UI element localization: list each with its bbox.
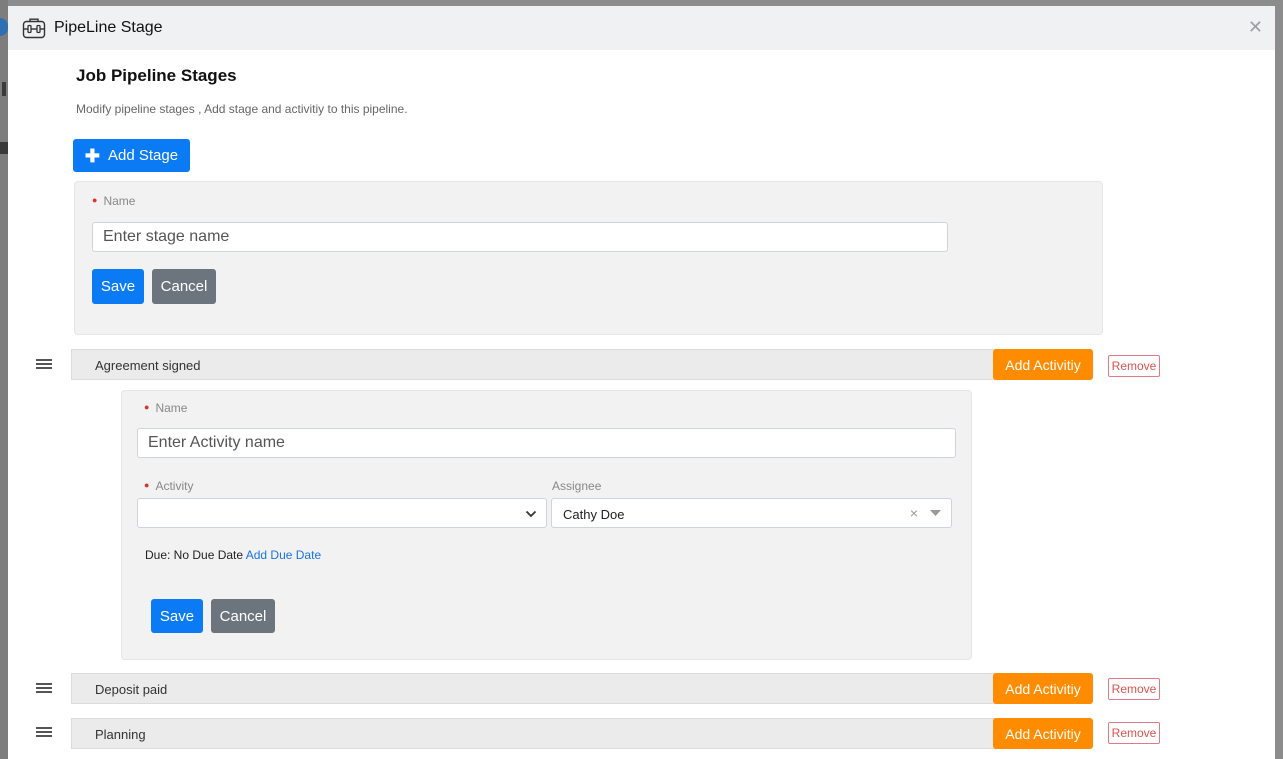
activity-type-label: ● Activity xyxy=(144,479,194,493)
page-subtitle: Modify pipeline stages , Add stage and a… xyxy=(76,102,408,116)
assignee-select[interactable]: Cathy Doe × xyxy=(551,498,952,528)
required-dot-icon: ● xyxy=(144,480,150,490)
new-stage-form: ●Name Save Cancel xyxy=(74,181,1103,335)
backdrop-text-fragment xyxy=(0,142,8,154)
pipeline-stage-modal: PipeLine Stage ✕ Job Pipeline Stages Mod… xyxy=(8,6,1275,759)
close-icon[interactable]: ✕ xyxy=(1248,17,1263,37)
due-date-text: Due: No Due Date xyxy=(145,548,244,562)
activity-cancel-button[interactable]: Cancel xyxy=(211,599,275,633)
stage-name: Agreement signed xyxy=(95,358,201,373)
assignee-label: Assignee xyxy=(552,479,602,493)
activity-name-label: ● Name xyxy=(144,401,188,415)
add-activity-button[interactable]: Add Activitiy xyxy=(993,349,1093,380)
assignee-value: Cathy Doe xyxy=(563,507,625,522)
add-stage-label: Add Stage xyxy=(108,147,179,164)
modal-title: PipeLine Stage xyxy=(54,19,163,36)
drag-handle-icon[interactable] xyxy=(36,683,52,695)
stage-name-input[interactable] xyxy=(92,222,948,252)
clear-selection-icon[interactable]: × xyxy=(910,505,918,521)
activity-type-select[interactable] xyxy=(137,498,547,528)
pipeline-icon xyxy=(22,18,46,39)
drag-handle-icon[interactable] xyxy=(36,359,52,371)
add-activity-button[interactable]: Add Activitiy xyxy=(993,718,1093,749)
required-dot-icon: ● xyxy=(144,402,150,412)
required-dot-icon: ● xyxy=(92,195,98,205)
remove-stage-button[interactable]: Remove xyxy=(1108,678,1160,700)
stage-name: Deposit paid xyxy=(95,682,168,697)
modal-header: PipeLine Stage ✕ xyxy=(8,6,1275,50)
stage-row: Planning xyxy=(71,718,1057,749)
chevron-down-icon xyxy=(525,510,537,518)
caret-down-icon xyxy=(930,510,941,516)
stage-cancel-button[interactable]: Cancel xyxy=(152,269,216,304)
stage-name: Planning xyxy=(95,727,146,742)
backdrop-logo-fragment xyxy=(0,18,8,36)
stage-name-label: ● Name xyxy=(92,194,136,208)
backdrop-page-edge xyxy=(0,0,8,759)
stage-row: Agreement signed xyxy=(71,349,1057,380)
stage-save-button[interactable]: Save xyxy=(92,269,144,304)
activity-name-input[interactable] xyxy=(137,428,956,458)
stage-row: Deposit paid xyxy=(71,673,1057,704)
activity-save-button[interactable]: Save xyxy=(151,599,203,633)
remove-stage-button[interactable]: Remove xyxy=(1108,722,1160,744)
page-title: Job Pipeline Stages xyxy=(76,66,237,85)
drag-handle-icon[interactable] xyxy=(36,727,52,739)
add-activity-button[interactable]: Add Activitiy xyxy=(993,673,1093,704)
add-stage-button[interactable]: ✚ Add Stage xyxy=(73,139,190,172)
remove-stage-button[interactable]: Remove xyxy=(1108,355,1160,377)
due-date-row: Due: No Due Date Add Due Date xyxy=(145,548,321,562)
add-due-date-link[interactable]: Add Due Date xyxy=(246,548,321,562)
backdrop-text-fragment xyxy=(2,82,6,96)
plus-icon: ✚ xyxy=(84,145,101,166)
